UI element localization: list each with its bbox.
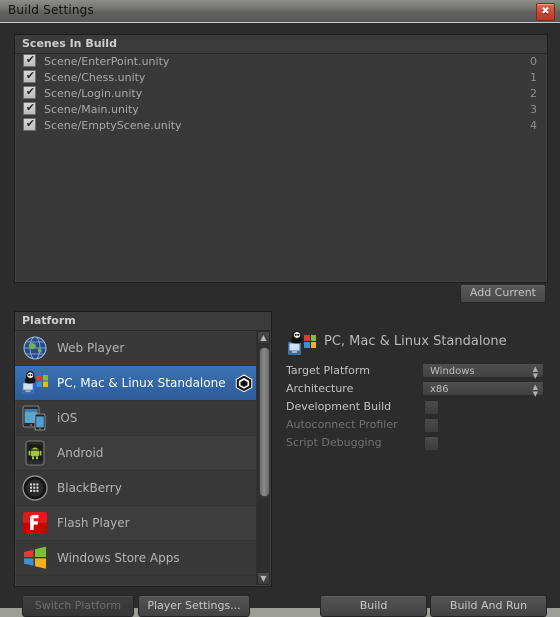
scroll-down-icon[interactable]: ▼ [257, 572, 270, 585]
settings-row: Autoconnect Profiler [286, 417, 546, 434]
platform-item-android[interactable]: Android [15, 436, 257, 471]
settings-row: Development Build [286, 399, 546, 416]
dropdown-value: x86 [430, 384, 449, 395]
build-and-run-button[interactable]: Build And Run [430, 595, 547, 617]
platform-item-blackberry[interactable]: BlackBerry [15, 471, 257, 506]
scene-name: Scene/EmptyScene.unity [44, 119, 182, 132]
scene-checkbox[interactable]: ✔ [23, 54, 36, 67]
autoconnect-profiler-checkbox[interactable] [424, 418, 439, 433]
settings-row: Script Debugging [286, 435, 546, 452]
settings-row: Architecture x86 ▲ ▼ [286, 381, 546, 398]
scenes-list[interactable]: ✔ Scene/EnterPoint.unity 0 ✔ Scene/Chess.uni… [15, 54, 547, 282]
chevron-updown-icon: ▲ ▼ [532, 383, 538, 398]
target-platform-dropdown[interactable]: Windows ▲ ▼ [422, 363, 544, 380]
globe-icon [22, 335, 48, 361]
scene-name: Scene/EnterPoint.unity [44, 55, 170, 68]
scene-row[interactable]: ✔ Scene/Main.unity 3 [15, 101, 547, 118]
add-current-button[interactable]: Add Current [459, 284, 546, 303]
scene-index: 4 [530, 119, 537, 132]
development-build-checkbox[interactable] [424, 400, 439, 415]
dropdown-value: Windows [430, 366, 475, 377]
platform-item-ios[interactable]: iOS [15, 401, 257, 436]
scene-index: 1 [530, 71, 537, 84]
platform-item-label: Web Player [57, 341, 125, 355]
standalone-icon [288, 331, 316, 355]
build-settings-window: Build Settings ✖ Scenes In Build ✔ Scene/… [0, 0, 560, 617]
check-icon: ✔ [25, 101, 36, 114]
scene-row[interactable]: ✔ Scene/EnterPoint.unity 0 [15, 54, 547, 70]
scroll-up-icon[interactable]: ▲ [257, 331, 270, 344]
title-bar: Build Settings ✖ [0, 0, 560, 23]
scene-index: 0 [530, 55, 537, 68]
platform-item-web-player[interactable]: Web Player [15, 331, 257, 366]
unity-active-icon [235, 374, 253, 393]
windows-icon [22, 545, 48, 571]
settings-platform-title: PC, Mac & Linux Standalone [324, 334, 507, 349]
chevron-updown-icon: ▲ ▼ [532, 365, 538, 380]
scene-index: 3 [530, 103, 537, 116]
scene-name: Scene/Main.unity [44, 103, 139, 116]
dialog-content: Scenes In Build ✔ Scene/EnterPoint.unity 0… [0, 22, 560, 617]
field-label: Target Platform [286, 364, 370, 377]
platform-item-label: BlackBerry [57, 481, 122, 495]
field-label: Autoconnect Profiler [286, 418, 398, 431]
scene-name: Scene/Chess.unity [44, 71, 146, 84]
standalone-icon [22, 370, 48, 396]
blackberry-icon [22, 475, 48, 501]
platform-item-flash-player[interactable]: Flash Player [15, 506, 257, 541]
settings-row: Target Platform Windows ▲ ▼ [286, 363, 546, 380]
scene-checkbox[interactable]: ✔ [23, 117, 36, 131]
platform-list[interactable]: Web Player PC, Mac & Linux Standalone iOS A… [15, 331, 257, 586]
scrollbar-thumb[interactable] [259, 347, 270, 497]
scene-row[interactable]: ✔ Scene/Chess.unity 1 [15, 69, 547, 86]
platform-item-label: Android [57, 446, 104, 460]
check-icon: ✔ [25, 69, 36, 82]
scene-checkbox[interactable]: ✔ [23, 85, 36, 99]
scene-index: 2 [530, 87, 537, 100]
scene-checkbox[interactable]: ✔ [23, 69, 36, 83]
build-button[interactable]: Build [320, 595, 427, 617]
scene-row[interactable]: ✔ Scene/Login.unity 2 [15, 85, 547, 102]
field-label: Development Build [286, 400, 392, 413]
platform-panel-header: Platform [15, 312, 271, 331]
flash-icon [22, 510, 48, 536]
close-icon[interactable]: ✖ [536, 3, 555, 21]
check-icon: ✔ [25, 54, 36, 66]
platform-item-label: iOS [57, 411, 78, 425]
ios-icon [22, 405, 48, 431]
scenes-in-build-panel: Scenes In Build ✔ Scene/EnterPoint.unity 0… [14, 34, 548, 283]
architecture-dropdown[interactable]: x86 ▲ ▼ [422, 381, 544, 398]
field-label: Script Debugging [286, 436, 382, 449]
android-icon [22, 440, 48, 466]
platform-item-pc-mac-linux-standalone[interactable]: PC, Mac & Linux Standalone [15, 366, 257, 401]
platform-panel: Platform Web Player PC, Mac & Linux Stand… [14, 311, 272, 587]
platform-settings: PC, Mac & Linux Standalone Target Platfo… [284, 323, 546, 483]
close-glyph: ✖ [541, 6, 550, 17]
platform-item-label: PC, Mac & Linux Standalone [57, 376, 226, 390]
platform-item-windows-store-apps[interactable]: Windows Store Apps [15, 541, 257, 576]
platform-item-label: Flash Player [57, 516, 130, 530]
check-icon: ✔ [25, 85, 36, 98]
field-label: Architecture [286, 382, 354, 395]
switch-platform-button[interactable]: Switch Platform [22, 595, 134, 617]
platform-item-label: Windows Store Apps [57, 551, 180, 565]
scene-name: Scene/Login.unity [44, 87, 143, 100]
script-debugging-checkbox[interactable] [424, 436, 439, 451]
scenes-panel-header: Scenes In Build [15, 35, 547, 54]
scroll-down-glyph: ▼ [260, 574, 267, 583]
scroll-up-glyph: ▲ [260, 333, 267, 342]
scene-checkbox[interactable]: ✔ [23, 101, 36, 115]
platform-scrollbar[interactable]: ▲ ▼ [256, 331, 270, 585]
check-icon: ✔ [25, 117, 36, 130]
scene-row[interactable]: ✔ Scene/EmptyScene.unity 4 [15, 117, 547, 134]
player-settings-button[interactable]: Player Settings... [138, 595, 250, 617]
window-title: Build Settings [8, 3, 94, 17]
